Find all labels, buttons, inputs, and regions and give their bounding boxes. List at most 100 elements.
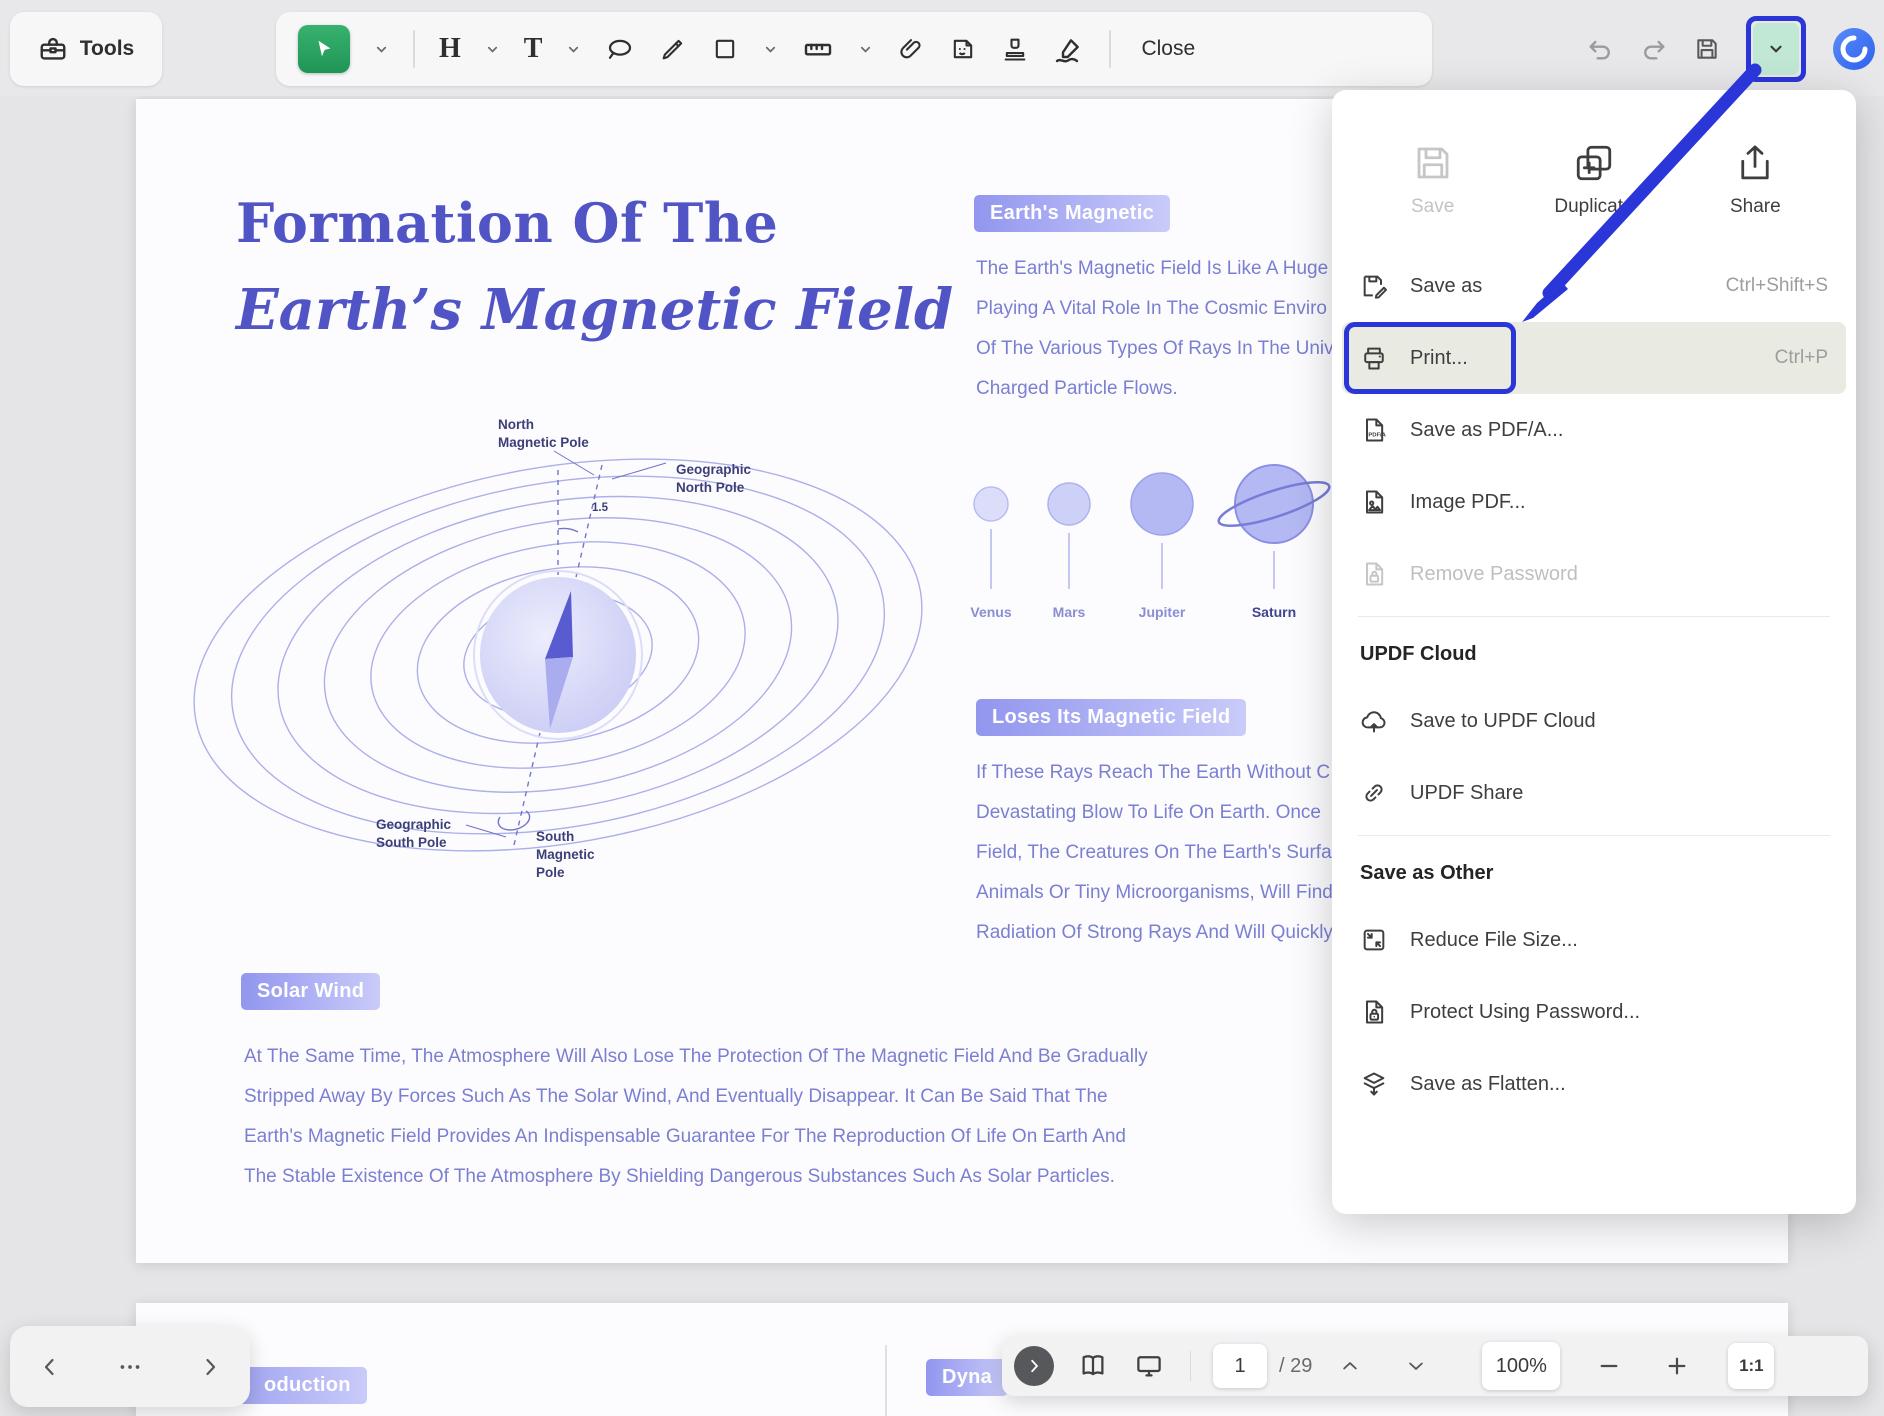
menu-item-print[interactable]: Print... Ctrl+P — [1342, 322, 1846, 394]
toolbar-separator — [1109, 30, 1111, 68]
scroll-down-icon[interactable] — [1406, 1356, 1426, 1376]
share-icon — [1734, 142, 1776, 184]
actual-size-button[interactable]: 1:1 — [1728, 1343, 1774, 1389]
planet-label-venus: Venus — [970, 604, 1011, 620]
menu-action-share[interactable]: Share — [1675, 110, 1836, 250]
shape-rectangle-icon[interactable] — [711, 35, 739, 63]
save-icon[interactable] — [1694, 36, 1720, 62]
save-as-icon — [1360, 272, 1388, 300]
svg-text:PDF/A: PDF/A — [1368, 433, 1386, 439]
menu-item-save-as-flatten[interactable]: Save as Flatten... — [1332, 1048, 1856, 1120]
menu-item-image-pdf[interactable]: Image PDF... — [1332, 466, 1856, 538]
link-icon — [1360, 779, 1388, 807]
menu-action-save: Save — [1352, 110, 1513, 250]
paragraph-solar-wind: At The Same Time, The Atmosphere Will Al… — [244, 1037, 1148, 1197]
paragraph-earths-magnetic: The Earth's Magnetic Field Is Like A Hug… — [976, 249, 1334, 409]
text-dropdown-chevron[interactable] — [566, 42, 581, 57]
select-tool-button[interactable] — [298, 25, 350, 73]
zoom-out-icon[interactable] — [1598, 1355, 1620, 1377]
pen-tool-icon[interactable] — [659, 35, 687, 63]
planets-illustration: Venus Mars Jupiter Saturn — [936, 461, 1376, 646]
reading-mode-icon[interactable] — [1078, 1351, 1108, 1381]
page-nav-panel — [10, 1326, 250, 1407]
menu-divider — [1358, 616, 1830, 617]
planet-label-mars: Mars — [1053, 604, 1086, 620]
save-dropdown-chevron[interactable] — [1753, 23, 1799, 75]
remove-password-icon — [1360, 560, 1388, 588]
view-controls-bar: / 29 100% 1:1 — [1002, 1336, 1868, 1396]
menu-item-save-to-updf-cloud[interactable]: Save to UPDF Cloud — [1332, 685, 1856, 757]
measure-dropdown-chevron[interactable] — [858, 42, 873, 57]
undo-icon[interactable] — [1586, 35, 1614, 63]
protect-password-icon — [1360, 998, 1388, 1026]
doc-title-line2: Earth’s Magnetic Field — [236, 277, 953, 343]
svg-text:Pole: Pole — [536, 865, 565, 880]
page2-badge-dynamic: Dyna — [926, 1359, 1008, 1396]
text-tool-icon[interactable]: T — [524, 35, 543, 63]
heading-dropdown-chevron[interactable] — [485, 42, 500, 57]
reduce-size-icon — [1360, 926, 1388, 954]
next-page-icon[interactable] — [198, 1355, 222, 1379]
more-options-icon[interactable] — [117, 1354, 143, 1380]
save-dropdown-highlight-box — [1746, 16, 1806, 82]
section-badge-solar-wind: Solar Wind — [241, 973, 380, 1010]
page-total-label: / 29 — [1279, 1355, 1312, 1378]
close-button[interactable]: Close — [1135, 37, 1201, 61]
menu-divider — [1358, 835, 1830, 836]
magnetic-field-diagram: North Magnetic Pole Geographic North Pol… — [166, 379, 986, 909]
toolbox-icon — [38, 34, 68, 64]
menu-item-save-as-pdfa[interactable]: PDF/A Save as PDF/A... — [1332, 394, 1856, 466]
tools-button[interactable]: Tools — [10, 12, 162, 86]
label-geographic-north-pole: Geographic — [676, 462, 752, 477]
menu-item-updf-share[interactable]: UPDF Share — [1332, 757, 1856, 829]
paragraph-loses-field: If These Rays Reach The Earth Without C … — [976, 753, 1333, 953]
measure-ruler-icon[interactable] — [802, 33, 834, 65]
toolbar-separator — [413, 30, 415, 68]
top-toolbar: Tools H T — [0, 0, 1884, 96]
separator — [1190, 1351, 1191, 1381]
signature-icon[interactable] — [1053, 33, 1085, 65]
expand-panel-button[interactable] — [1014, 1346, 1054, 1386]
presentation-mode-icon[interactable] — [1134, 1351, 1164, 1381]
menu-header-updf-cloud: UPDF Cloud — [1332, 623, 1856, 685]
zoom-in-icon[interactable] — [1666, 1355, 1688, 1377]
menu-item-save-as[interactable]: Save as Ctrl+Shift+S — [1332, 250, 1856, 322]
page-number-input[interactable] — [1213, 1344, 1267, 1388]
save-dropdown-menu: Save Duplicate Share Save as Ctrl+Shift+… — [1332, 90, 1856, 1214]
sticker-icon[interactable] — [949, 35, 977, 63]
menu-item-remove-password: Remove Password — [1332, 538, 1856, 610]
select-tool-dropdown-chevron[interactable] — [374, 42, 389, 57]
label-geographic-south-pole: Geographic — [376, 817, 452, 832]
print-icon — [1360, 344, 1388, 372]
label-north-magnetic-pole: North — [498, 417, 534, 432]
menu-item-protect-using-password[interactable]: Protect Using Password... — [1332, 976, 1856, 1048]
label-axis-angle: 1.5 — [592, 502, 609, 514]
save-floppy-icon — [1412, 142, 1454, 184]
previous-page-icon[interactable] — [38, 1355, 62, 1379]
duplicate-icon — [1573, 142, 1615, 184]
svg-text:Magnetic: Magnetic — [536, 847, 595, 862]
page2-column-divider — [885, 1345, 887, 1416]
heading-tool-icon[interactable]: H — [439, 35, 461, 63]
svg-text:North Pole: North Pole — [676, 480, 745, 495]
updf-logo[interactable] — [1832, 27, 1876, 71]
zoom-level-button[interactable]: 100% — [1482, 1342, 1560, 1390]
menu-item-reduce-file-size[interactable]: Reduce File Size... — [1332, 904, 1856, 976]
section-badge-loses-field: Loses Its Magnetic Field — [976, 699, 1246, 736]
cloud-save-icon — [1360, 707, 1388, 735]
stamp-icon[interactable] — [1001, 35, 1029, 63]
flatten-layers-icon — [1360, 1070, 1388, 1098]
toolbar-center-panel: H T — [276, 12, 1432, 86]
scroll-up-icon[interactable] — [1340, 1356, 1360, 1376]
redo-icon[interactable] — [1640, 35, 1668, 63]
planet-label-saturn: Saturn — [1252, 604, 1296, 620]
shape-dropdown-chevron[interactable] — [763, 42, 778, 57]
label-south-magnetic-pole: South — [536, 829, 574, 844]
menu-header-save-as-other: Save as Other — [1332, 842, 1856, 904]
attachment-paperclip-icon[interactable] — [897, 35, 925, 63]
image-pdf-icon — [1360, 488, 1388, 516]
menu-action-duplicate[interactable]: Duplicate — [1513, 110, 1674, 250]
planet-label-jupiter: Jupiter — [1139, 604, 1186, 620]
doc-title-line1: Formation Of The — [236, 191, 778, 255]
ellipse-annotation-icon[interactable] — [605, 34, 635, 64]
